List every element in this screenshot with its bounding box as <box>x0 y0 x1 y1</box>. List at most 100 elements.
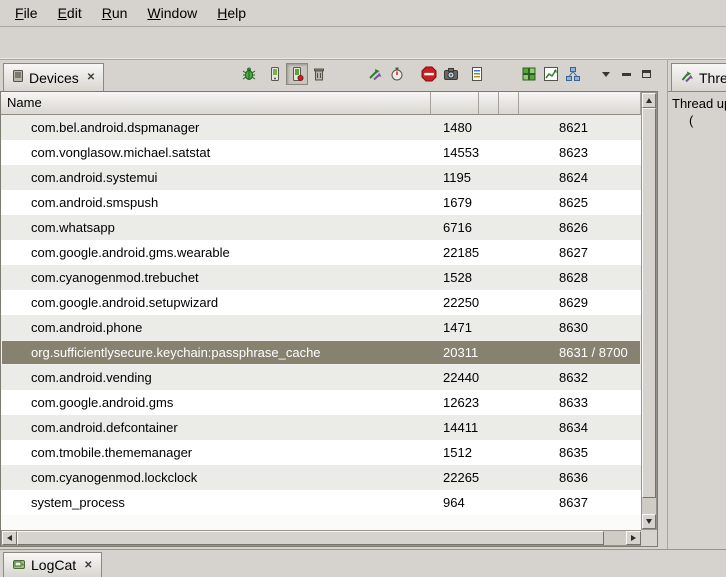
view-menu-icon[interactable] <box>596 64 616 84</box>
threads-message: Thread up <box>668 92 726 111</box>
spacer-cell <box>499 365 519 390</box>
process-pid: 6716 <box>431 215 479 240</box>
process-port: 8623 <box>519 140 641 165</box>
spacer-cell <box>479 190 499 215</box>
process-name: com.tmobile.thememanager <box>1 440 431 465</box>
menu-item-window[interactable]: Window <box>137 2 207 24</box>
menu-item-help[interactable]: Help <box>207 2 256 24</box>
table-row[interactable]: com.google.android.gms.wearable 22185 86… <box>1 240 641 265</box>
spacer-cell <box>479 465 499 490</box>
table-row[interactable]: com.bel.android.dspmanager 1480 8621 <box>1 115 641 140</box>
threads-message-continued: ( <box>668 111 726 128</box>
heap-grid-icon[interactable] <box>518 63 540 85</box>
spacer-cell <box>499 340 519 365</box>
process-name: com.whatsapp <box>1 215 431 240</box>
table-row[interactable]: system_process 964 8637 <box>1 490 641 515</box>
cause-gc-icon[interactable] <box>308 63 330 85</box>
process-pid: 1471 <box>431 315 479 340</box>
arrow-up-icon <box>646 98 652 103</box>
update-heap-icon[interactable] <box>264 63 286 85</box>
scroll-left-button[interactable] <box>2 531 17 545</box>
process-port: 8635 <box>519 440 641 465</box>
dump-hprof-icon[interactable] <box>286 63 308 85</box>
spacer-cell <box>499 415 519 440</box>
spacer-cell <box>479 440 499 465</box>
table-row[interactable]: org.sufficientlysecure.keychain:passphra… <box>1 340 641 365</box>
column-header-spacer1[interactable] <box>479 92 499 115</box>
process-port: 8629 <box>519 290 641 315</box>
process-name: com.android.systemui <box>1 165 431 190</box>
screen-capture-icon[interactable] <box>440 63 462 85</box>
devices-table: Name com.bel.android.dspmanager 1480 862… <box>0 91 658 547</box>
panel-sash[interactable] <box>660 60 667 549</box>
table-row[interactable]: com.google.android.setupwizard 22250 862… <box>1 290 641 315</box>
process-name: com.vonglasow.michael.satstat <box>1 140 431 165</box>
tab-close-icon[interactable]: ✕ <box>84 560 92 571</box>
column-header-pid[interactable] <box>431 92 479 115</box>
process-pid: 22250 <box>431 290 479 315</box>
tab-devices[interactable]: Devices ✕ <box>3 63 104 91</box>
scroll-right-button[interactable] <box>626 531 641 545</box>
spacer-cell <box>479 340 499 365</box>
hierarchy-view-icon[interactable] <box>562 63 584 85</box>
process-name: com.cyanogenmod.trebuchet <box>1 265 431 290</box>
process-port: 8637 <box>519 490 641 515</box>
minimize-icon[interactable] <box>616 64 636 84</box>
stop-process-icon[interactable] <box>418 63 440 85</box>
column-header-spacer2[interactable] <box>499 92 519 115</box>
start-method-profiling-icon[interactable] <box>386 63 408 85</box>
table-row[interactable]: com.android.smspush 1679 8625 <box>1 190 641 215</box>
spacer-cell <box>499 465 519 490</box>
table-row[interactable]: com.cyanogenmod.trebuchet 1528 8628 <box>1 265 641 290</box>
table-row[interactable]: com.whatsapp 6716 8626 <box>1 215 641 240</box>
tab-threads[interactable]: Threads ✕ <box>671 63 726 91</box>
threads-content: Thread up ( <box>668 91 726 549</box>
process-port: 8621 <box>519 115 641 140</box>
column-header-port[interactable] <box>519 92 641 115</box>
spacer-cell <box>499 490 519 515</box>
maximize-icon[interactable] <box>636 64 656 84</box>
process-port: 8628 <box>519 265 641 290</box>
table-row[interactable]: com.android.systemui 1195 8624 <box>1 165 641 190</box>
table-row[interactable]: com.android.phone 1471 8630 <box>1 315 641 340</box>
menu-item-run[interactable]: Run <box>92 2 138 24</box>
horizontal-scroll-thumb[interactable] <box>17 531 604 545</box>
process-port: 8630 <box>519 315 641 340</box>
spacer-cell <box>499 315 519 340</box>
tab-close-icon[interactable]: ✕ <box>87 72 95 83</box>
spacer-cell <box>479 115 499 140</box>
table-row[interactable]: com.cyanogenmod.lockclock 22265 8636 <box>1 465 641 490</box>
tab-logcat[interactable]: LogCat ✕ <box>3 552 102 577</box>
horizontal-scrollbar[interactable] <box>1 530 642 546</box>
bottom-tabbar: LogCat ✕ <box>0 549 726 577</box>
allocation-tracker-icon[interactable] <box>540 63 562 85</box>
device-icon <box>12 69 24 86</box>
devices-tabbar: Devices ✕ <box>0 60 660 91</box>
process-pid: 1528 <box>431 265 479 290</box>
table-row[interactable]: com.android.vending 22440 8632 <box>1 365 641 390</box>
process-port: 8633 <box>519 390 641 415</box>
bug-report-icon[interactable] <box>466 63 488 85</box>
table-row[interactable]: com.android.defcontainer 14411 8634 <box>1 415 641 440</box>
process-name: com.android.phone <box>1 315 431 340</box>
table-row[interactable]: com.tmobile.thememanager 1512 8635 <box>1 440 641 465</box>
menu-item-edit[interactable]: Edit <box>48 2 92 24</box>
process-name: com.android.smspush <box>1 190 431 215</box>
devices-panel: Devices ✕ <box>0 60 660 549</box>
spacer-cell <box>479 490 499 515</box>
scroll-down-button[interactable] <box>642 514 656 529</box>
menu-item-file[interactable]: File <box>5 2 48 24</box>
arrow-left-icon <box>7 535 12 541</box>
table-row[interactable]: com.google.android.gms 12623 8633 <box>1 390 641 415</box>
spacer-cell <box>479 215 499 240</box>
process-pid: 22440 <box>431 365 479 390</box>
column-header-name[interactable]: Name <box>1 92 431 115</box>
vertical-scrollbar[interactable] <box>641 92 657 530</box>
process-port: 8634 <box>519 415 641 440</box>
vertical-scroll-thumb[interactable] <box>642 108 656 498</box>
spacer-cell <box>479 240 499 265</box>
update-threads-icon[interactable] <box>364 63 386 85</box>
debug-icon[interactable] <box>238 63 260 85</box>
table-row[interactable]: com.vonglasow.michael.satstat 14553 8623 <box>1 140 641 165</box>
scroll-up-button[interactable] <box>642 93 656 108</box>
